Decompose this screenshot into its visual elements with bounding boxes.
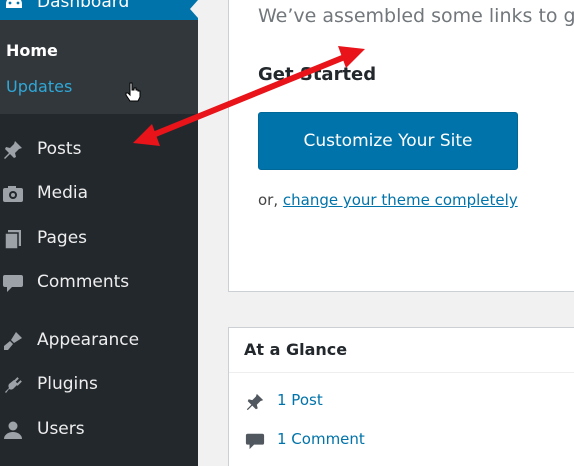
user-icon — [4, 421, 22, 439]
admin-sidebar: Dashboard Home Updates Posts Media Pages… — [0, 0, 198, 466]
hand-cursor-icon — [125, 82, 141, 102]
submenu-item-home[interactable]: Home — [6, 41, 58, 60]
sidebar-item-label: Pages — [37, 228, 88, 248]
change-theme-line: or, change your theme completely — [258, 191, 518, 209]
sidebar-item-plugins[interactable]: Plugins — [0, 365, 198, 405]
widget-divider — [229, 372, 574, 373]
sidebar-item-label: Posts — [37, 139, 82, 159]
glance-posts-label: 1 Post — [277, 391, 323, 409]
comment-icon — [245, 433, 265, 450]
sidebar-item-media[interactable]: Media — [0, 174, 198, 214]
sidebar-item-comments[interactable]: Comments — [0, 263, 198, 303]
sidebar-item-dashboard[interactable]: Dashboard — [0, 0, 198, 20]
widget-title: At a Glance — [244, 340, 348, 359]
paintbrush-icon — [4, 332, 22, 350]
welcome-intro-text: We’ve assembled some links to ge — [258, 5, 574, 27]
submenu-item-updates[interactable]: Updates — [6, 77, 72, 96]
change-theme-link[interactable]: change your theme completely — [283, 191, 518, 209]
glance-comments-label: 1 Comment — [277, 430, 365, 448]
media-icon — [3, 186, 23, 202]
sidebar-item-appearance[interactable]: Appearance — [0, 321, 198, 361]
plug-icon — [5, 377, 22, 393]
sidebar-item-label: Media — [37, 183, 89, 203]
sidebar-item-label: Plugins — [37, 374, 98, 394]
sidebar-item-posts[interactable]: Posts — [0, 130, 198, 170]
or-prefix-text: or, — [258, 191, 283, 209]
sidebar-item-users[interactable]: Users — [0, 410, 198, 450]
active-menu-pointer — [190, 0, 198, 18]
sidebar-item-label: Comments — [37, 272, 130, 292]
dashboard-icon — [6, 0, 22, 8]
sidebar-item-label: Dashboard — [37, 0, 130, 12]
comment-icon — [3, 275, 23, 292]
sidebar-item-label: Users — [37, 419, 85, 439]
get-started-heading: Get Started — [258, 64, 377, 85]
pushpin-icon — [4, 141, 22, 159]
customize-site-button[interactable]: Customize Your Site — [258, 112, 518, 170]
dashboard-submenu — [0, 20, 198, 114]
sidebar-item-pages[interactable]: Pages — [0, 219, 198, 259]
sidebar-item-label: Appearance — [37, 330, 140, 350]
pushpin-icon — [246, 393, 264, 411]
pages-icon — [4, 230, 21, 250]
